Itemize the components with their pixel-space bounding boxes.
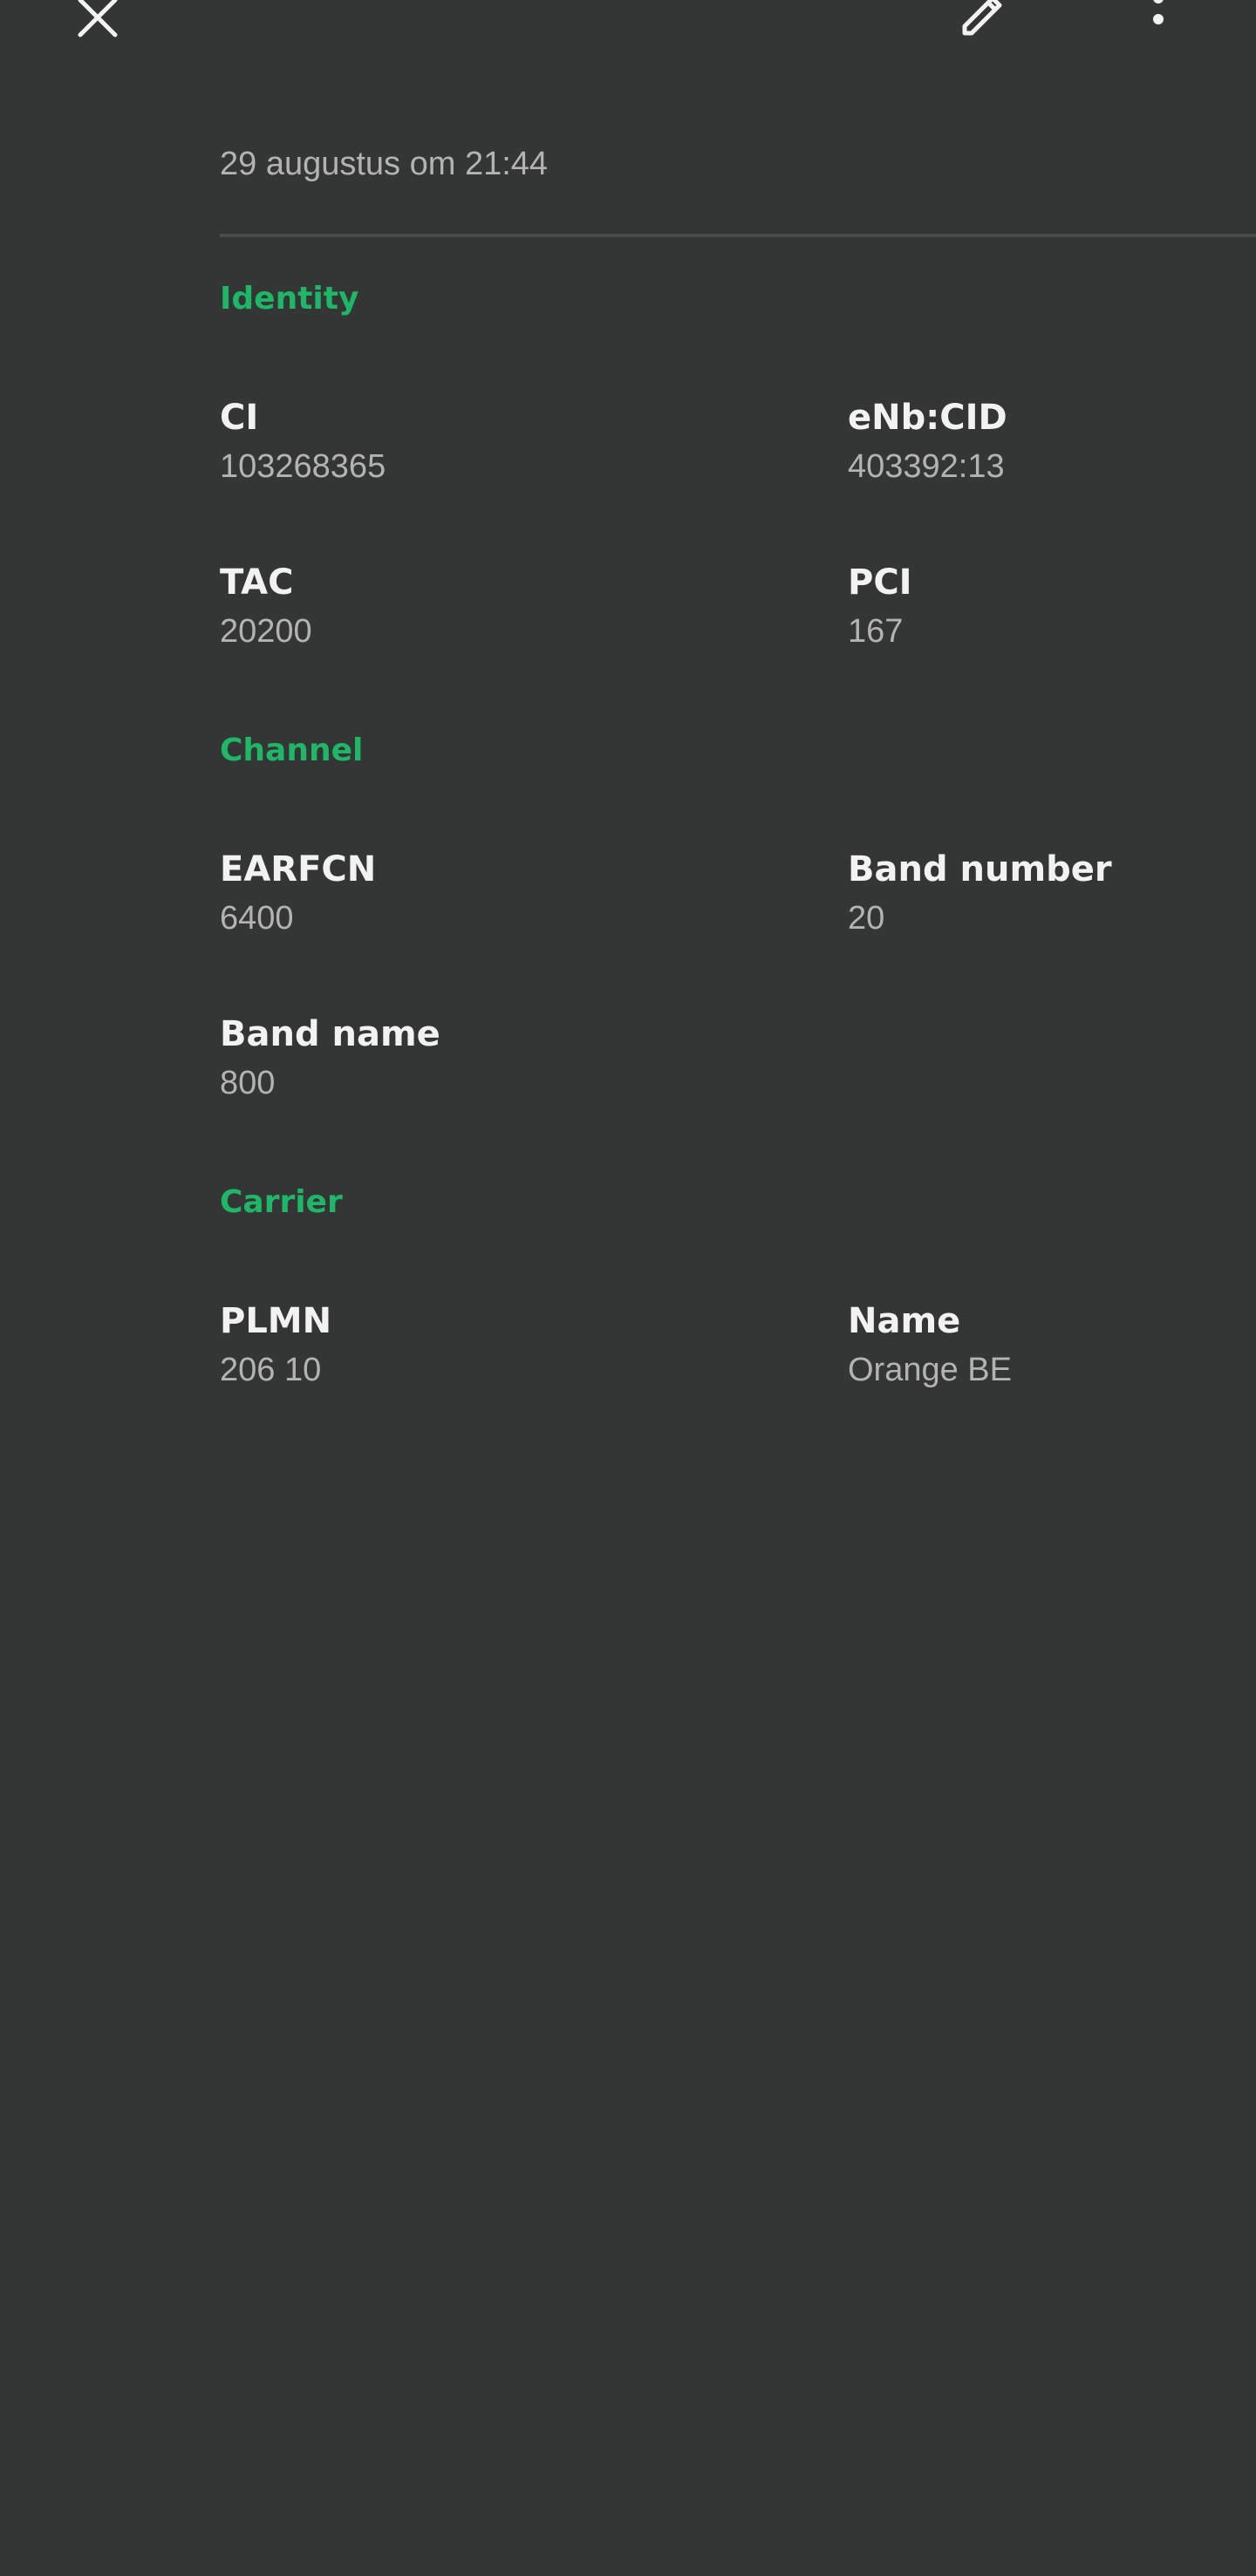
- top-app-bar: [0, 0, 1256, 52]
- field-label: Name: [848, 1301, 961, 1341]
- field-band-name: Band name 800: [220, 1011, 743, 1105]
- field-label: Band number: [848, 849, 1112, 889]
- field-band-number: Band number 20: [848, 846, 1256, 940]
- field-earfcn: EARFCN 6400: [220, 846, 743, 940]
- field-label: PCI: [848, 562, 912, 603]
- field-value: 103268365: [220, 448, 386, 485]
- field-label: PLMN: [220, 1301, 332, 1341]
- field-pci: PCI 167: [848, 559, 1256, 653]
- field-tac: TAC 20200: [220, 559, 743, 653]
- field-value: 800: [220, 1065, 276, 1101]
- pencil-icon[interactable]: [952, 0, 1015, 44]
- field-label: EARFCN: [220, 849, 377, 889]
- field-value: 167: [848, 613, 904, 650]
- field-plmn: PLMN 206 10: [220, 1298, 743, 1392]
- more-vertical-icon[interactable]: [1144, 0, 1172, 44]
- close-icon[interactable]: [66, 0, 129, 49]
- field-carrier-name: Name Orange BE: [848, 1298, 1256, 1392]
- field-value: 20200: [220, 613, 312, 650]
- field-label: Band name: [220, 1014, 440, 1054]
- timestamp: 29 augustus om 21:44: [220, 146, 549, 182]
- section-heading-channel: Channel: [220, 733, 364, 768]
- field-label: TAC: [220, 562, 294, 603]
- field-label: CI: [220, 398, 259, 438]
- field-value: 6400: [220, 900, 294, 937]
- field-label: eNb:CID: [848, 398, 1007, 438]
- field-value: 206 10: [220, 1352, 322, 1388]
- field-enb-cid: eNb:CID 403392:13: [848, 394, 1256, 488]
- field-value: 403392:13: [848, 448, 1005, 485]
- field-value: 20: [848, 900, 885, 937]
- divider: [220, 234, 1256, 237]
- field-value: Orange BE: [848, 1352, 1012, 1388]
- section-heading-identity: Identity: [220, 281, 359, 317]
- section-heading-carrier: Carrier: [220, 1184, 343, 1220]
- field-ci: CI 103268365: [220, 394, 743, 488]
